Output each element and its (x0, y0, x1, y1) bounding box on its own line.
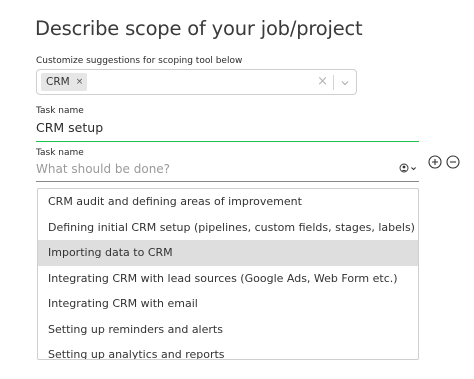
suggestion-option[interactable]: Setting up reminders and alerts (38, 317, 418, 343)
clear-icon[interactable]: × (317, 74, 328, 89)
task-name-input-2[interactable]: What should be done? (36, 160, 419, 182)
suggestion-option[interactable]: Importing data to CRM (38, 240, 418, 266)
add-task-icon[interactable] (428, 155, 442, 169)
suggestion-option[interactable]: Integrating CRM with email (38, 291, 418, 317)
suggestion-option[interactable]: CRM audit and defining areas of improvem… (38, 189, 418, 215)
customize-label: Customize suggestions for scoping tool b… (36, 56, 243, 66)
task-name-input-1[interactable]: CRM setup (36, 118, 419, 142)
scope-tag-select[interactable]: CRM × × (36, 69, 357, 95)
ai-suggest-toggle[interactable] (399, 163, 417, 173)
remove-task-icon[interactable] (446, 155, 460, 169)
select-separator (333, 75, 334, 90)
page-title: Describe scope of your job/project (35, 17, 363, 40)
suggestion-option[interactable]: Integrating CRM with lead sources (Googl… (38, 266, 418, 292)
chevron-down-icon[interactable] (340, 78, 350, 88)
suggestions-dropdown[interactable]: CRM audit and defining areas of improvem… (37, 188, 419, 360)
task-name-placeholder: What should be done? (36, 162, 171, 176)
chevron-down-icon (411, 166, 416, 170)
task-name-value: CRM setup (36, 120, 104, 135)
suggestion-option[interactable]: Defining initial CRM setup (pipelines, c… (38, 215, 418, 241)
chip-remove-icon[interactable]: × (76, 77, 84, 87)
ai-sparkle-icon (399, 163, 409, 173)
tag-chip-label: CRM (46, 76, 70, 88)
suggestion-option[interactable]: Setting up analytics and reports (38, 342, 418, 359)
task-name-label-2: Task name (36, 148, 84, 158)
tag-chip-crm: CRM × (41, 73, 88, 91)
task-name-label-1: Task name (36, 106, 84, 116)
